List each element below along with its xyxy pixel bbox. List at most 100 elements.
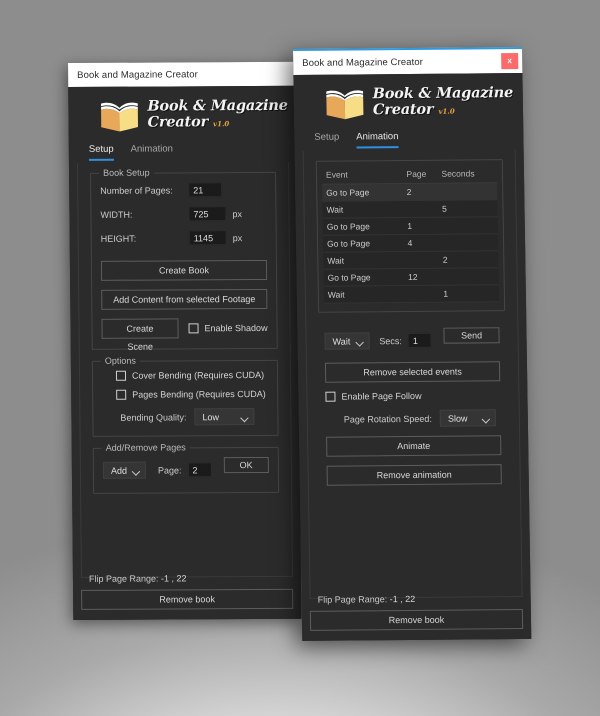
tab-setup[interactable]: Setup	[314, 132, 339, 149]
table-row[interactable]: Wait 1	[323, 284, 499, 304]
panel-body-left: Book & Magazine Creator v1.0 Setup Animat…	[68, 85, 302, 620]
group-title-options: Options	[100, 355, 140, 366]
tabs-left[interactable]: Setup Animation	[77, 140, 289, 161]
input-page-number[interactable]	[187, 462, 212, 478]
tab-animation[interactable]: Animation	[356, 131, 399, 149]
cell-page	[403, 251, 439, 269]
checkbox-cover-bending[interactable]: Cover Bending (Requires CUDA)	[115, 369, 265, 381]
app-logo-left: Book & Magazine Creator v1.0	[76, 86, 289, 141]
close-icon[interactable]: x	[501, 53, 519, 70]
remove-selected-events-button[interactable]: Remove selected events	[324, 361, 501, 383]
ok-button[interactable]: OK	[223, 456, 269, 474]
row-enable-page-follow: Enable Page Follow	[325, 390, 500, 402]
table-row[interactable]: Wait 2	[323, 250, 499, 270]
flip-page-range-value: -1 , 22	[389, 593, 416, 605]
input-height[interactable]	[188, 230, 227, 246]
event-table[interactable]: Event Page Seconds Go to Page 2 Wait 5 G…	[321, 166, 499, 304]
flip-page-range-label: Flip Page Range:	[317, 594, 388, 605]
tabs-right[interactable]: Setup Animation	[302, 127, 515, 149]
cell-event: Go to Page	[322, 234, 404, 253]
group-event-list: Event Page Seconds Go to Page 2 Wait 5 G…	[315, 159, 506, 313]
label-enable-shadow: Enable Shadow	[204, 322, 268, 334]
cell-seconds: 5	[437, 199, 498, 218]
select-event-type[interactable]: Wait	[324, 332, 370, 350]
footer-right: Flip Page Range: -1 , 22 Remove book	[309, 593, 524, 631]
cell-seconds	[438, 233, 499, 252]
window-title-right: Book and Magazine Creator	[302, 56, 424, 69]
cell-seconds	[437, 182, 498, 201]
setup-content: Book Setup Number of Pages: WIDTH: px HE…	[76, 161, 293, 578]
label-height: HEIGHT:	[100, 233, 137, 244]
cell-event: Go to Page	[322, 217, 404, 236]
remove-animation-button[interactable]: Remove animation	[326, 464, 502, 486]
window-animation[interactable]: Book and Magazine Creator x Book & Magaz…	[293, 47, 532, 641]
row-add-remove: Add Page: OK	[102, 456, 269, 483]
label-page-rotation-speed: Page Rotation Speed:	[343, 413, 432, 425]
group-book-setup: Book Setup Number of Pages: WIDTH: px HE…	[90, 167, 278, 352]
label-page: Page:	[157, 464, 182, 476]
open-book-icon	[98, 98, 140, 134]
tab-animation[interactable]: Animation	[131, 143, 173, 160]
table-header-row: Event Page Seconds	[321, 166, 498, 185]
column-header-page: Page	[402, 166, 438, 184]
cell-page	[404, 285, 440, 303]
input-secs[interactable]	[407, 332, 432, 349]
checkbox-box-icon[interactable]	[116, 389, 127, 400]
row-create-scene: Create Scene Enable Shadow	[101, 318, 268, 352]
remove-book-button[interactable]: Remove book	[81, 588, 294, 610]
window-setup[interactable]: Book and Magazine Creator Book & Magazin…	[68, 61, 302, 620]
input-width[interactable]	[188, 206, 227, 222]
create-scene-button[interactable]: Create Scene	[101, 318, 179, 352]
logo-version: v1.0	[438, 106, 455, 116]
logo-version: v1.0	[212, 119, 230, 129]
create-book-button[interactable]: Create Book	[100, 259, 268, 281]
select-page-rotation-speed[interactable]: Slow	[439, 409, 497, 427]
label-cover-bending: Cover Bending (Requires CUDA)	[131, 369, 265, 381]
group-title-add-remove-pages: Add/Remove Pages	[101, 442, 190, 453]
animate-button[interactable]: Animate	[326, 435, 502, 457]
table-row[interactable]: Go to Page 1	[322, 216, 498, 236]
table-row[interactable]: Go to Page 12	[323, 267, 499, 287]
titlebar-right[interactable]: Book and Magazine Creator x	[293, 47, 523, 75]
column-header-seconds: Seconds	[437, 166, 498, 184]
checkbox-pages-bending[interactable]: Pages Bending (Requires CUDA)	[116, 389, 266, 400]
send-button[interactable]: Send	[443, 327, 500, 344]
checkbox-box-icon[interactable]	[115, 370, 127, 381]
unit-height-px: px	[232, 232, 243, 243]
remove-book-button[interactable]: Remove book	[309, 609, 524, 631]
checkbox-enable-page-follow[interactable]: Enable Page Follow	[325, 391, 422, 402]
group-options: Options Cover Bending (Requires CUDA) Pa…	[91, 355, 279, 437]
logo-line-2: Creator	[372, 101, 434, 119]
desktop-background: Book and Magazine Creator Book & Magazin…	[0, 0, 600, 716]
row-cover-bending: Cover Bending (Requires CUDA)	[102, 370, 268, 381]
cell-seconds: 1	[439, 284, 499, 303]
checkbox-box-icon[interactable]	[188, 323, 199, 334]
panel-body-right: Book & Magazine Creator v1.0 Setup Animat…	[293, 72, 532, 641]
add-content-button[interactable]: Add Content from selected Footage	[101, 288, 268, 310]
select-add-remove-action[interactable]: Add	[102, 461, 147, 479]
row-bending-quality: Bending Quality: Low	[102, 408, 268, 426]
logo-line-1: Book & Magazine	[147, 97, 288, 116]
unit-width-px: px	[232, 208, 243, 219]
table-row[interactable]: Go to Page 2	[322, 182, 498, 202]
checkbox-enable-shadow[interactable]: Enable Shadow	[188, 322, 268, 334]
checkbox-box-icon[interactable]	[325, 391, 336, 402]
input-number-of-pages[interactable]	[188, 182, 223, 198]
select-event-type-value: Wait	[332, 336, 351, 347]
open-book-icon	[324, 85, 367, 121]
select-bending-quality[interactable]: Low	[194, 408, 255, 426]
app-logo-right: Book & Magazine Creator v1.0	[301, 73, 515, 129]
animation-content: Event Page Seconds Go to Page 2 Wait 5 G…	[302, 149, 523, 599]
table-row[interactable]: Go to Page 4	[322, 233, 499, 253]
group-title-book-setup: Book Setup	[99, 167, 154, 178]
row-page-rotation-speed: Page Rotation Speed: Slow	[326, 409, 501, 428]
cell-seconds	[438, 267, 499, 286]
logo-text-left: Book & Magazine Creator v1.0	[147, 97, 288, 131]
select-page-rotation-speed-value: Slow	[447, 412, 468, 424]
row-number-of-pages: Number of Pages:	[100, 182, 266, 198]
table-row[interactable]: Wait 5	[322, 199, 498, 219]
tab-setup[interactable]: Setup	[88, 143, 114, 161]
cell-page: 4	[403, 234, 439, 252]
logo-line-1: Book & Magazine	[372, 84, 514, 103]
titlebar-left[interactable]: Book and Magazine Creator	[68, 61, 297, 87]
